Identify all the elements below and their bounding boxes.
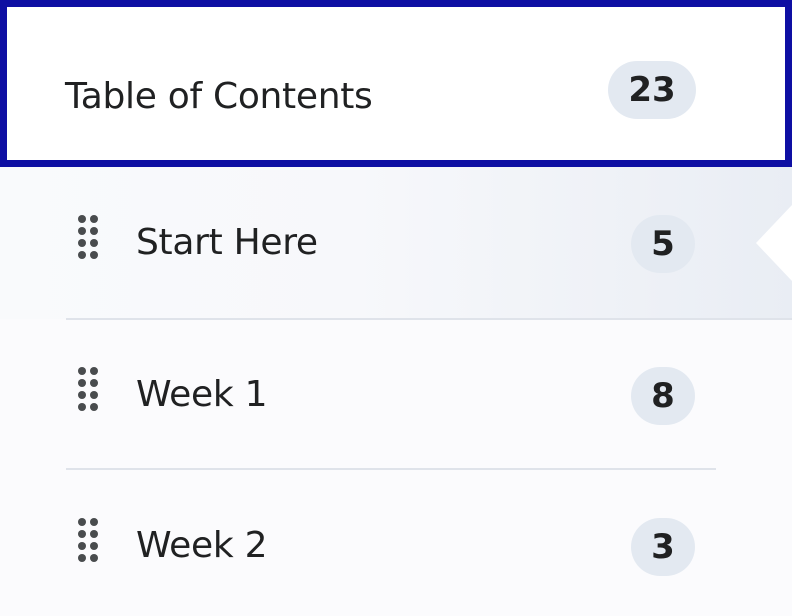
module-label: Week 2: [136, 525, 268, 566]
table-of-contents-nav: Table of Contents 23 Start Here 5 Week 1…: [0, 0, 792, 616]
module-label: Start Here: [136, 222, 318, 263]
drag-handle-icon[interactable]: [76, 518, 100, 562]
module-count-badge: 3: [631, 518, 695, 576]
drag-handle-icon[interactable]: [76, 367, 100, 411]
selected-indicator: [756, 205, 792, 281]
toc-title: Table of Contents: [65, 76, 373, 117]
module-label: Week 1: [136, 374, 268, 415]
toc-count-badge: 23: [608, 61, 696, 119]
table-of-contents-link[interactable]: Table of Contents 23: [0, 0, 792, 167]
drag-handle-icon[interactable]: [76, 215, 100, 259]
module-item-week-2[interactable]: Week 2 3: [0, 470, 792, 616]
module-count-badge: 8: [631, 367, 695, 425]
module-count-badge: 5: [631, 215, 695, 273]
module-item-start-here[interactable]: Start Here 5: [0, 167, 792, 319]
module-item-week-1[interactable]: Week 1 8: [0, 319, 792, 471]
